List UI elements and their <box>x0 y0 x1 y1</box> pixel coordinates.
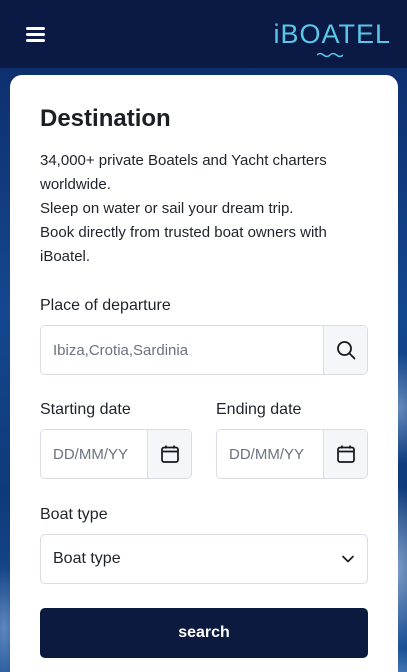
hamburger-menu-icon[interactable] <box>26 26 45 42</box>
search-icon <box>336 341 355 360</box>
end-date-input[interactable] <box>217 430 323 478</box>
boat-type-select[interactable]: Boat type <box>40 534 368 584</box>
end-date-field <box>216 429 368 479</box>
boat-type-section: Boat type Boat type <box>40 506 368 584</box>
departure-input[interactable] <box>41 326 323 374</box>
boat-type-label: Boat type <box>40 506 108 523</box>
start-date-calendar-button[interactable] <box>147 430 191 478</box>
departure-label: Place of departure <box>40 297 171 314</box>
description-line: worldwide. <box>40 176 111 193</box>
brand-logo[interactable]: iBOATEL <box>273 18 391 57</box>
page-title: Destination <box>40 105 171 132</box>
end-date-calendar-button[interactable] <box>323 430 367 478</box>
calendar-icon <box>336 445 355 463</box>
logo-text: iBOATEL <box>273 18 391 49</box>
description-line: 34,000+ private Boatels and Yacht charte… <box>40 152 327 169</box>
top-header: iBOATEL <box>0 0 407 68</box>
departure-field <box>40 325 368 375</box>
start-date-input[interactable] <box>41 430 147 478</box>
end-date-section: Ending date <box>216 401 368 479</box>
start-date-label: Starting date <box>40 401 131 418</box>
date-row: Starting date Ending date <box>40 401 368 479</box>
description-line: Book directly from trusted boat owners w… <box>40 224 327 241</box>
description-line: iBoatel. <box>40 248 91 265</box>
departure-search-button[interactable] <box>323 326 367 374</box>
departure-section: Place of departure <box>40 297 368 375</box>
start-date-field <box>40 429 192 479</box>
description-line: Sleep on water or sail your dream trip. <box>40 200 294 217</box>
description: 34,000+ private Boatels and Yacht charte… <box>40 149 368 269</box>
chevron-down-icon <box>342 555 354 563</box>
logo-wave-icon <box>317 52 344 57</box>
end-date-label: Ending date <box>216 401 302 418</box>
calendar-icon <box>160 445 179 463</box>
boat-type-selected-value: Boat type <box>53 550 121 567</box>
start-date-section: Starting date <box>40 401 192 479</box>
destination-card: Destination 34,000+ private Boatels and … <box>10 75 398 672</box>
search-button[interactable]: search <box>40 608 368 658</box>
